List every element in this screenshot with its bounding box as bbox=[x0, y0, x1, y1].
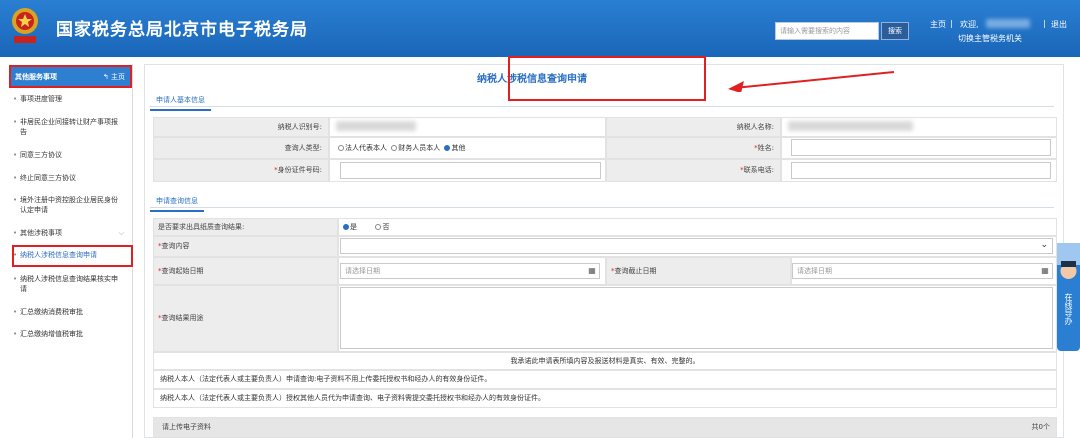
online-guide-label: 在线导办 bbox=[1064, 293, 1073, 325]
online-guide-button[interactable]: 在线导办 bbox=[1057, 243, 1080, 351]
need-paper-radio-group[interactable]: 是 否 bbox=[338, 218, 1057, 236]
sidebar-item[interactable]: • 非居民企业间接转让财产事项报告 bbox=[13, 117, 120, 137]
chevron-down-icon: ⌵ bbox=[118, 229, 124, 237]
querier-type-label: 查询人类型: bbox=[153, 137, 329, 159]
sidebar-item[interactable]: • 汇总缴纳增值税审批 bbox=[13, 329, 83, 339]
divider bbox=[150, 207, 1054, 208]
radio-no[interactable] bbox=[375, 224, 382, 230]
chevron-down-icon: ⌄ bbox=[1040, 240, 1048, 250]
sidebar-item[interactable]: • 境外注册中资控股企业居民身份认定申请 bbox=[13, 195, 120, 215]
name-label: *姓名: bbox=[606, 137, 781, 159]
taxpayer-name-redacted bbox=[788, 121, 913, 131]
divider: | bbox=[1043, 19, 1046, 28]
upload-bar[interactable]: 请上传电子资料 共0个 bbox=[153, 417, 1057, 438]
start-date-label: *查询起始日期 bbox=[153, 257, 338, 285]
end-date-input[interactable]: 请选择日期 bbox=[792, 263, 1053, 279]
switch-org-link[interactable]: 切换主管税务机关 bbox=[958, 33, 1022, 44]
id-number-input[interactable] bbox=[340, 162, 601, 179]
purpose-textarea[interactable] bbox=[340, 287, 1053, 349]
calendar-icon[interactable]: ▦ bbox=[585, 265, 599, 277]
tax-emblem-icon bbox=[12, 8, 38, 43]
phone-input[interactable] bbox=[791, 162, 1051, 179]
site-title: 国家税务总局北京市电子税务局 bbox=[56, 20, 308, 40]
sidebar-item[interactable]: • 终止同意三方协议 bbox=[13, 173, 76, 183]
id-number-label: *身份证件号码: bbox=[153, 159, 329, 182]
querier-type-radio-group[interactable]: 法人代表本人 财务人员本人 其他 bbox=[329, 137, 606, 159]
promise-text: 我承诺此申请表所填内容及报送材料是真实、有效、完整的。 bbox=[153, 352, 1057, 370]
home-link[interactable]: 主页 bbox=[930, 19, 946, 30]
query-content-select[interactable]: ⌄ bbox=[340, 238, 1053, 254]
assistant-avatar-icon bbox=[1057, 243, 1080, 279]
sidebar-item[interactable]: • 纳税人涉税信息查询结果核实申请 bbox=[13, 274, 120, 294]
purpose-label: *查询结果用途 bbox=[153, 285, 338, 352]
upload-label: 请上传电子资料 bbox=[162, 423, 211, 431]
sidebar-item[interactable]: • 同意三方协议 bbox=[13, 150, 62, 160]
query-content-label: *查询内容 bbox=[153, 236, 338, 257]
sidebar-item[interactable]: • 汇总缴纳消费税审批 bbox=[13, 307, 83, 317]
logout-link[interactable]: 退出 bbox=[1051, 19, 1067, 30]
search-input[interactable]: 请输入需要搜索的内容 bbox=[775, 22, 879, 40]
phone-label: *联系电话: bbox=[606, 159, 781, 182]
note-2: 纳税人本人（法定代表人或主要负责人）授权其他人员代为申请查询、电子资料需提交委托… bbox=[153, 389, 1057, 408]
divider: | bbox=[950, 19, 953, 28]
radio-finance[interactable] bbox=[391, 145, 398, 151]
highlight-box bbox=[508, 56, 706, 101]
divider bbox=[150, 106, 1054, 107]
calendar-icon[interactable]: ▦ bbox=[1038, 265, 1052, 277]
highlight-box bbox=[12, 245, 133, 267]
top-banner: 国家税务总局北京市电子税务局 请输入需要搜索的内容 搜索 主页 | 欢迎, 切换… bbox=[0, 0, 1080, 57]
note-1: 纳税人本人（法定代表人或主要负责人）申请查询:电子资料不用上传委托授权书和经办人… bbox=[153, 370, 1057, 389]
name-input[interactable] bbox=[791, 139, 1051, 156]
taxpayer-name-label: 纳税人名称: bbox=[606, 117, 781, 137]
taxpayer-id-redacted bbox=[336, 121, 416, 131]
welcome-text: 欢迎, bbox=[960, 20, 979, 29]
need-paper-label: 是否要求出具纸质查询结果: bbox=[153, 218, 338, 236]
upload-count: 共0个 bbox=[1031, 423, 1050, 431]
end-date-label: *查询截止日期 bbox=[606, 257, 791, 285]
annotation-arrow-icon bbox=[728, 71, 895, 92]
start-date-input[interactable]: 请选择日期 bbox=[340, 263, 600, 279]
search-button[interactable]: 搜索 bbox=[881, 22, 909, 40]
sidebar-item[interactable]: • 事项进度管理 bbox=[13, 94, 62, 104]
tab-query-info[interactable]: 申请查询信息 bbox=[150, 196, 204, 212]
radio-legal[interactable] bbox=[338, 145, 344, 151]
tab-applicant-info[interactable]: 申请人基本信息 bbox=[150, 95, 211, 111]
radio-yes[interactable] bbox=[343, 224, 349, 230]
user-name-redacted bbox=[986, 19, 1030, 28]
sidebar-item[interactable]: • 其他涉税事项 ⌵ bbox=[13, 228, 124, 238]
radio-other[interactable] bbox=[444, 145, 451, 151]
taxpayer-id-label: 纳税人识别号: bbox=[153, 117, 329, 137]
